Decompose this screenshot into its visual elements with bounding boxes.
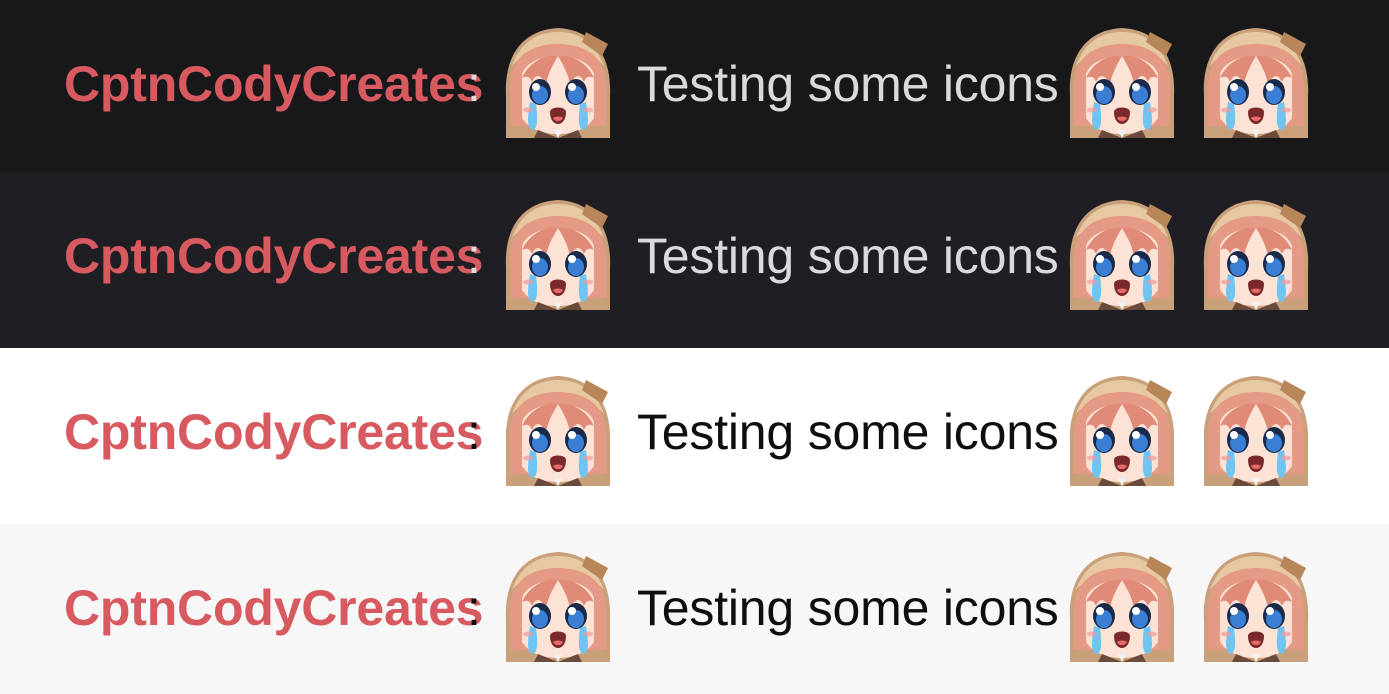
chat-message: CptnCodyCreates : Testing some icons (0, 348, 1389, 524)
username[interactable]: CptnCodyCreates (64, 56, 483, 112)
separator: : (467, 404, 481, 460)
crying-anime-girl-emote-icon[interactable] (1066, 198, 1178, 310)
username[interactable]: CptnCodyCreates (64, 404, 483, 460)
separator: : (467, 580, 481, 636)
crying-anime-girl-emote-icon[interactable] (502, 550, 614, 662)
chat-row-light-1: CptnCodyCreates : Testing some icons (0, 348, 1389, 524)
message-text: Testing some icons (637, 228, 1059, 284)
chat-message: CptnCodyCreates : Testing some icons (0, 172, 1389, 348)
chat-row-dark-1: CptnCodyCreates : Testing some icons (0, 0, 1389, 172)
username[interactable]: CptnCodyCreates (64, 228, 483, 284)
crying-anime-girl-emote-icon[interactable] (1066, 550, 1178, 662)
message-text: Testing some icons (637, 404, 1059, 460)
crying-anime-girl-emote-icon[interactable] (502, 198, 614, 310)
message-text: Testing some icons (637, 580, 1059, 636)
separator: : (467, 228, 481, 284)
chat-preview-list: CptnCodyCreates : Testing some icons Cpt… (0, 0, 1389, 694)
crying-anime-girl-emote-icon[interactable] (502, 374, 614, 486)
crying-anime-girl-emote-icon[interactable] (1200, 550, 1312, 662)
crying-anime-girl-emote-icon[interactable] (1200, 374, 1312, 486)
separator: : (467, 56, 481, 112)
chat-row-dark-2: CptnCodyCreates : Testing some icons (0, 172, 1389, 348)
chat-row-light-2: CptnCodyCreates : Testing some icons (0, 524, 1389, 694)
crying-anime-girl-emote-icon[interactable] (1200, 26, 1312, 138)
message-text: Testing some icons (637, 56, 1059, 112)
crying-anime-girl-emote-icon[interactable] (1066, 26, 1178, 138)
chat-message: CptnCodyCreates : Testing some icons (0, 0, 1389, 172)
crying-anime-girl-emote-icon[interactable] (502, 26, 614, 138)
crying-anime-girl-emote-icon[interactable] (1200, 198, 1312, 310)
chat-message: CptnCodyCreates : Testing some icons (0, 524, 1389, 694)
username[interactable]: CptnCodyCreates (64, 580, 483, 636)
crying-anime-girl-emote-icon[interactable] (1066, 374, 1178, 486)
